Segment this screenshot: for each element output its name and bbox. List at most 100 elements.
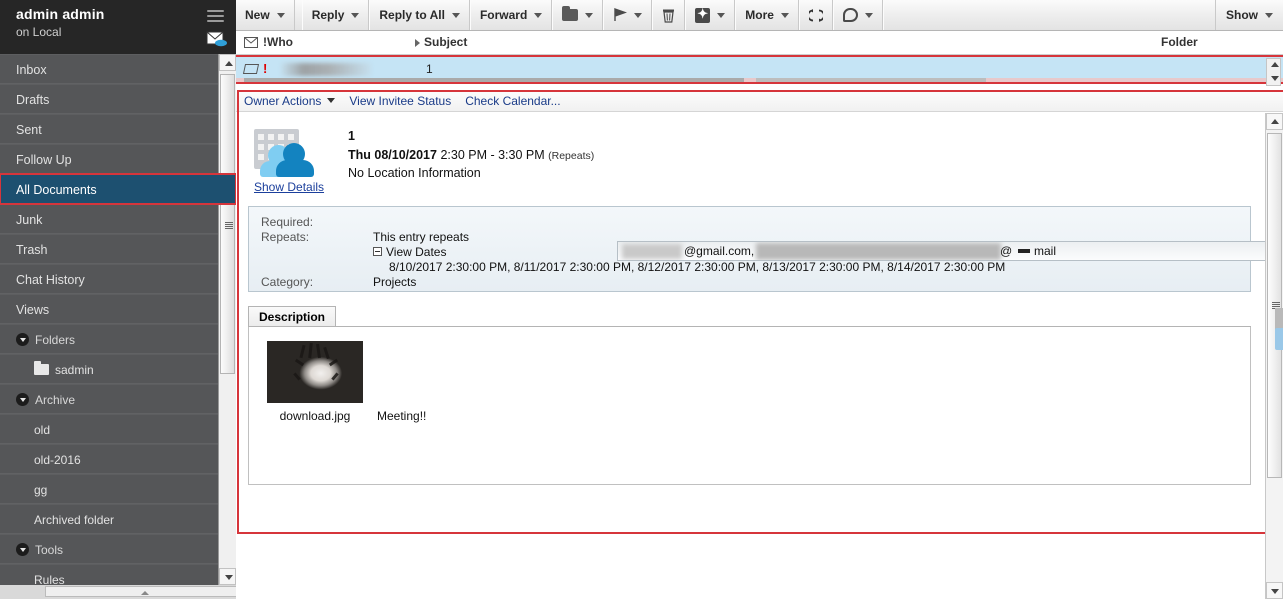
sidebar-hscroll-thumb[interactable] bbox=[45, 586, 236, 597]
reply-button[interactable]: Reply bbox=[301, 0, 370, 30]
email2-at: @ bbox=[1000, 244, 1013, 258]
sidebar-scrollbar[interactable] bbox=[218, 54, 236, 585]
preview-body: Show Details 1 Thu 08/10/2017 2:30 PM - … bbox=[236, 113, 1263, 599]
envelope-icon bbox=[244, 37, 258, 51]
meeting-summary: Show Details 1 Thu 08/10/2017 2:30 PM - … bbox=[236, 113, 1263, 194]
category-label: Category: bbox=[261, 275, 314, 289]
column-who[interactable]: !Who bbox=[263, 35, 293, 49]
sidebar-item-label: Inbox bbox=[16, 63, 47, 77]
read-envelope-icon bbox=[242, 64, 260, 74]
required-attendees-field[interactable]: @gmail.com, @ mail bbox=[617, 241, 1283, 261]
sidebar-item-drafts[interactable]: Drafts bbox=[0, 84, 236, 114]
meeting-repeats-note: (Repeats) bbox=[548, 150, 595, 162]
folder-column-label: Folder bbox=[1161, 35, 1198, 49]
sidebar-item-junk[interactable]: Junk bbox=[0, 204, 236, 234]
sidebar-group-folders[interactable]: Folders bbox=[0, 324, 236, 354]
chevron-down-icon bbox=[534, 12, 543, 18]
scroll-down-icon[interactable] bbox=[1266, 582, 1283, 599]
pane-handle-grey[interactable] bbox=[1275, 308, 1283, 330]
column-subject[interactable]: Subject bbox=[415, 35, 467, 49]
sidebar-item-label: Follow Up bbox=[16, 153, 72, 167]
owner-actions-menu[interactable]: Owner Actions bbox=[244, 94, 336, 108]
chevron-right-icon bbox=[415, 38, 420, 47]
view-dates-spacer bbox=[261, 245, 373, 260]
sidebar-item-trash[interactable]: Trash bbox=[0, 234, 236, 264]
mark-button[interactable] bbox=[685, 0, 736, 30]
repeats-label: Repeats: bbox=[261, 230, 310, 244]
sidebar-item-label: Junk bbox=[16, 213, 43, 227]
view-invitee-status-link[interactable]: View Invitee Status bbox=[349, 94, 451, 108]
list-vscrollbar[interactable] bbox=[1266, 58, 1281, 86]
scroll-up-icon[interactable] bbox=[1266, 113, 1283, 130]
category-value: Projects bbox=[373, 275, 417, 289]
check-calendar-link[interactable]: Check Calendar... bbox=[465, 94, 560, 108]
sidebar-item-gg[interactable]: gg bbox=[0, 474, 236, 504]
sidebar: admin admin on Local Inbox Drafts Sent F… bbox=[0, 0, 236, 599]
sidebar-item-chat-history[interactable]: Chat History bbox=[0, 264, 236, 294]
sidebar-item-views[interactable]: Views bbox=[0, 294, 236, 324]
reply-to-all-button[interactable]: Reply to All bbox=[369, 0, 470, 30]
sidebar-item-archived-folder[interactable]: Archived folder bbox=[0, 504, 236, 534]
list-hscroll-thumb-2[interactable] bbox=[756, 78, 986, 82]
sidebar-hscrollbar[interactable] bbox=[0, 585, 236, 599]
list-hscroll-thumb[interactable] bbox=[244, 78, 744, 82]
sidebar-item-label: Sent bbox=[16, 123, 42, 137]
delete-button[interactable] bbox=[652, 0, 686, 30]
forward-label: Forward bbox=[479, 8, 528, 22]
view-dates-label[interactable]: View Dates bbox=[386, 245, 446, 259]
required-label: Required: bbox=[261, 215, 314, 229]
sidebar-item-label: Drafts bbox=[16, 93, 50, 107]
sidebar-item-old-2016[interactable]: old-2016 bbox=[0, 444, 236, 474]
sidebar-group-archive[interactable]: Archive bbox=[0, 384, 236, 414]
chevron-down-icon bbox=[327, 98, 336, 103]
sidebar-item-inbox[interactable]: Inbox bbox=[0, 54, 236, 84]
more-button[interactable]: More bbox=[735, 0, 799, 30]
check-calendar-label: Check Calendar... bbox=[465, 93, 561, 108]
sidebar-item-follow-up[interactable]: Follow Up bbox=[0, 144, 236, 174]
column-folder[interactable]: Folder bbox=[1161, 35, 1198, 49]
collapse-icon[interactable] bbox=[373, 247, 382, 257]
sidebar-item-all-documents[interactable]: All Documents bbox=[0, 173, 236, 205]
move-to-folder-button[interactable] bbox=[552, 0, 604, 30]
dash-icon bbox=[1018, 249, 1030, 253]
sidebar-item-label: Views bbox=[16, 303, 50, 317]
menu-icon[interactable] bbox=[207, 10, 224, 23]
refresh-button[interactable] bbox=[798, 0, 833, 30]
show-details-link[interactable]: Show Details bbox=[254, 180, 324, 194]
pane-handle-blue[interactable] bbox=[1275, 328, 1283, 350]
follow-up-flag-button[interactable] bbox=[603, 0, 653, 30]
preview-scrollbar[interactable] bbox=[1265, 113, 1283, 599]
chat-button[interactable] bbox=[832, 0, 883, 30]
tab-strip: Description bbox=[248, 306, 1263, 327]
chevron-down-icon bbox=[16, 543, 29, 557]
sidebar-item-sent[interactable]: Sent bbox=[0, 114, 236, 144]
tab-description[interactable]: Description bbox=[248, 306, 337, 326]
show-label: Show bbox=[1226, 8, 1258, 22]
sidebar-group-tools[interactable]: Tools bbox=[0, 534, 236, 564]
attachment-thumbnail[interactable] bbox=[267, 341, 363, 403]
new-button[interactable]: New bbox=[236, 0, 295, 30]
scroll-up-icon[interactable] bbox=[1271, 62, 1279, 67]
scroll-down-icon[interactable] bbox=[219, 568, 236, 585]
scroll-down-icon[interactable] bbox=[1271, 76, 1279, 81]
scroll-up-icon[interactable] bbox=[219, 54, 236, 71]
chevron-down-icon bbox=[864, 12, 873, 18]
attachment-block[interactable]: download.jpg bbox=[267, 341, 363, 423]
email2-suffix: mail bbox=[1034, 244, 1057, 258]
sidebar-scroll-thumb[interactable] bbox=[220, 74, 235, 374]
email2-redacted bbox=[756, 243, 1001, 260]
sidebar-item-sadmin[interactable]: sadmin bbox=[0, 354, 236, 384]
email1-redacted bbox=[622, 244, 682, 259]
show-button[interactable]: Show bbox=[1215, 0, 1283, 30]
subject-column-label: Subject bbox=[424, 35, 468, 49]
chat-icon bbox=[842, 8, 858, 22]
mail-icon[interactable] bbox=[206, 30, 228, 48]
forward-button[interactable]: Forward bbox=[469, 0, 553, 30]
preview-scroll-thumb[interactable] bbox=[1267, 133, 1282, 478]
sidebar-item-old[interactable]: old bbox=[0, 414, 236, 444]
list-hscrollbar[interactable] bbox=[236, 78, 1283, 82]
category-row: Category: Projects bbox=[261, 275, 1240, 290]
message-body-text: Meeting!! bbox=[377, 409, 427, 423]
message-row-container: ! 1 4:26 PM 10K ⚭ bbox=[236, 55, 1283, 84]
flag-icon bbox=[613, 8, 628, 22]
